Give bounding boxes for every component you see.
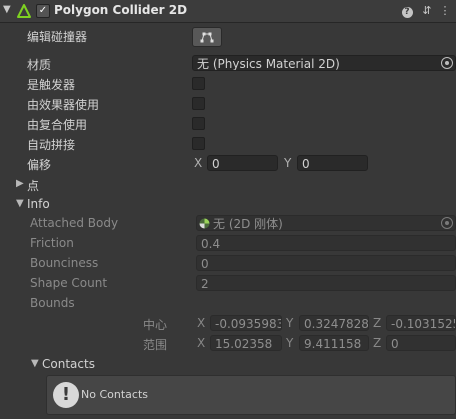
extent-z-field: 0	[386, 335, 456, 351]
shape-count-value: 2	[201, 277, 209, 291]
center-z-value: -0.1031525	[391, 317, 456, 331]
shape-count-field: 2	[196, 275, 456, 291]
extent-x-value: 15.02358	[215, 337, 273, 351]
extent-z-value: 0	[391, 337, 399, 351]
no-contacts-message: No Contacts	[81, 388, 148, 401]
fold-arrow-icon[interactable]: ▼	[3, 4, 11, 15]
offset-y-label[interactable]: Y	[284, 156, 291, 170]
attached-body-picker-icon	[441, 217, 453, 229]
friction-field: 0.4	[196, 235, 456, 251]
material-label: 材质	[27, 58, 52, 72]
help-icon: ?	[401, 7, 413, 18]
offset-x-value: 0	[212, 157, 220, 171]
bounds-label: Bounds	[30, 296, 75, 310]
enabled-checkbox[interactable]: ✓	[36, 4, 50, 18]
extent-y-value: 9.411158	[304, 337, 362, 351]
attached-body-field: 无 (2D 刚体)	[196, 215, 456, 231]
info-label[interactable]: Info	[27, 197, 50, 211]
points-label[interactable]: 点	[27, 177, 39, 194]
is-trigger-label: 是触发器	[27, 78, 76, 92]
info-badge-icon: !	[53, 382, 79, 408]
component-header: ▼ ✓ Polygon Collider 2D ? ⇵ ⋮	[0, 0, 456, 23]
offset-x-label[interactable]: X	[194, 156, 202, 170]
bounciness-value: 0	[201, 257, 209, 271]
center-z-label: Z	[373, 316, 382, 330]
extent-x-label: X	[197, 336, 206, 350]
auto-tiling-label: 自动拼接	[27, 138, 76, 152]
contacts-fold-icon[interactable]: ▼	[31, 358, 39, 369]
offset-label: 偏移	[27, 158, 52, 172]
edit-collider-label: 编辑碰撞器	[27, 30, 88, 44]
presets-icon[interactable]: ⇵	[420, 3, 434, 19]
offset-y-value: 0	[302, 157, 310, 171]
bounciness-field: 0	[196, 255, 456, 271]
context-menu-icon[interactable]: ⋮	[438, 3, 452, 19]
rigidbody2d-icon	[199, 218, 210, 229]
center-y-value: 0.3247828	[304, 317, 369, 331]
edit-collider-button[interactable]	[192, 27, 222, 47]
contacts-label[interactable]: Contacts	[42, 357, 95, 371]
center-y-field: 0.3247828	[299, 315, 369, 331]
info-fold-icon[interactable]: ▼	[16, 198, 24, 209]
help-button[interactable]: ?	[400, 3, 414, 19]
used-by-effector-checkbox[interactable]	[192, 97, 205, 110]
shape-count-label: Shape Count	[30, 276, 108, 290]
contacts-help-box: ! No Contacts	[46, 375, 456, 415]
extent-y-label: Y	[286, 336, 294, 350]
friction-value: 0.4	[201, 237, 221, 251]
component-title: Polygon Collider 2D	[54, 3, 188, 17]
friction-label: Friction	[30, 236, 74, 250]
bounciness-label: Bounciness	[30, 256, 99, 270]
bounds-center-label: 中心	[143, 318, 168, 332]
used-by-effector-label: 由效果器使用	[27, 98, 100, 112]
used-by-composite-label: 由复合使用	[27, 118, 88, 132]
center-x-value: -0.0935983	[215, 317, 282, 331]
extent-z-label: Z	[373, 336, 382, 350]
is-trigger-checkbox[interactable]	[192, 77, 205, 90]
used-by-composite-checkbox[interactable]	[192, 117, 205, 130]
center-x-label: X	[197, 316, 206, 330]
center-y-label: Y	[286, 316, 294, 330]
material-value: 无 (Physics Material 2D)	[197, 57, 340, 71]
edit-shape-icon	[200, 32, 214, 43]
object-picker-icon[interactable]	[441, 57, 453, 69]
material-field[interactable]: 无 (Physics Material 2D)	[192, 55, 456, 71]
extent-y-field: 9.411158	[299, 335, 369, 351]
polygon-collider-icon	[17, 4, 31, 18]
center-x-field: -0.0935983	[210, 315, 282, 331]
attached-body-value: 无 (2D 刚体)	[213, 217, 283, 231]
extent-x-field: 15.02358	[210, 335, 282, 351]
center-z-field: -0.1031525	[386, 315, 456, 331]
bounds-extent-label: 范围	[143, 338, 168, 352]
points-fold-icon[interactable]: ▶	[16, 178, 24, 189]
auto-tiling-checkbox[interactable]	[192, 137, 205, 150]
offset-x-field[interactable]: 0	[207, 155, 278, 171]
attached-body-label: Attached Body	[30, 216, 119, 230]
offset-y-field[interactable]: 0	[297, 155, 368, 171]
